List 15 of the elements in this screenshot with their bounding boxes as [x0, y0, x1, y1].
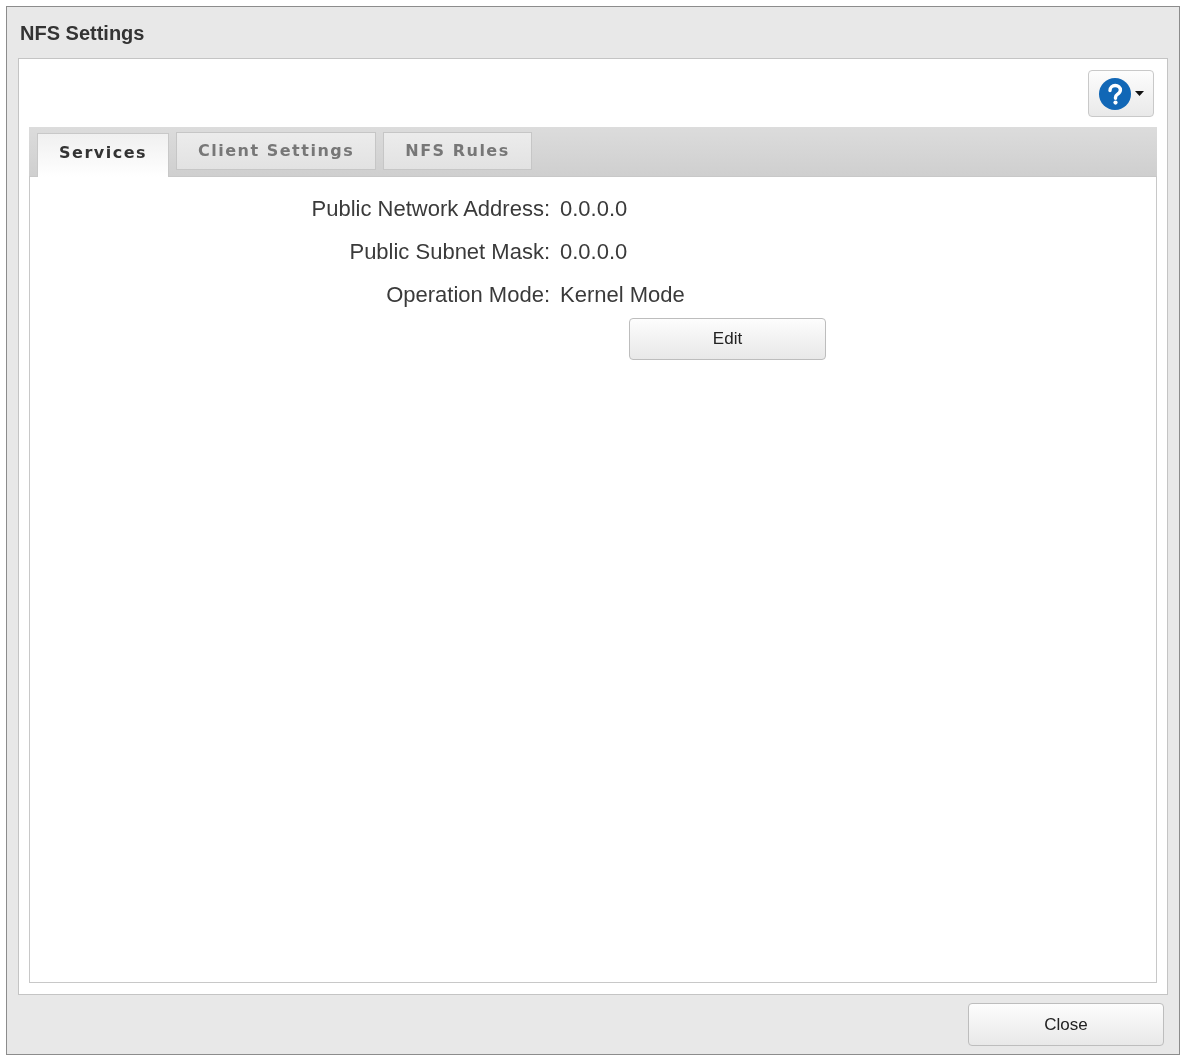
field-value: 0.0.0.0: [560, 195, 628, 223]
tab[interactable]: NFS Rules: [383, 132, 532, 170]
caret-icon: [1134, 91, 1144, 96]
close-button[interactable]: Close: [968, 1003, 1164, 1046]
field-label: Public Subnet Mask:: [349, 238, 550, 266]
help-icon: [1098, 77, 1131, 110]
tab[interactable]: Services: [37, 133, 170, 177]
field-value: Kernel Mode: [560, 281, 685, 309]
edit-button[interactable]: Edit: [629, 318, 826, 360]
field-value: 0.0.0.0: [560, 238, 628, 266]
help-button[interactable]: [1088, 70, 1154, 117]
window-title: NFS Settings: [20, 20, 145, 46]
field-label: Public Network Address:: [311, 195, 550, 223]
tab[interactable]: Client Settings: [176, 132, 377, 170]
field-label: Operation Mode:: [386, 281, 550, 309]
